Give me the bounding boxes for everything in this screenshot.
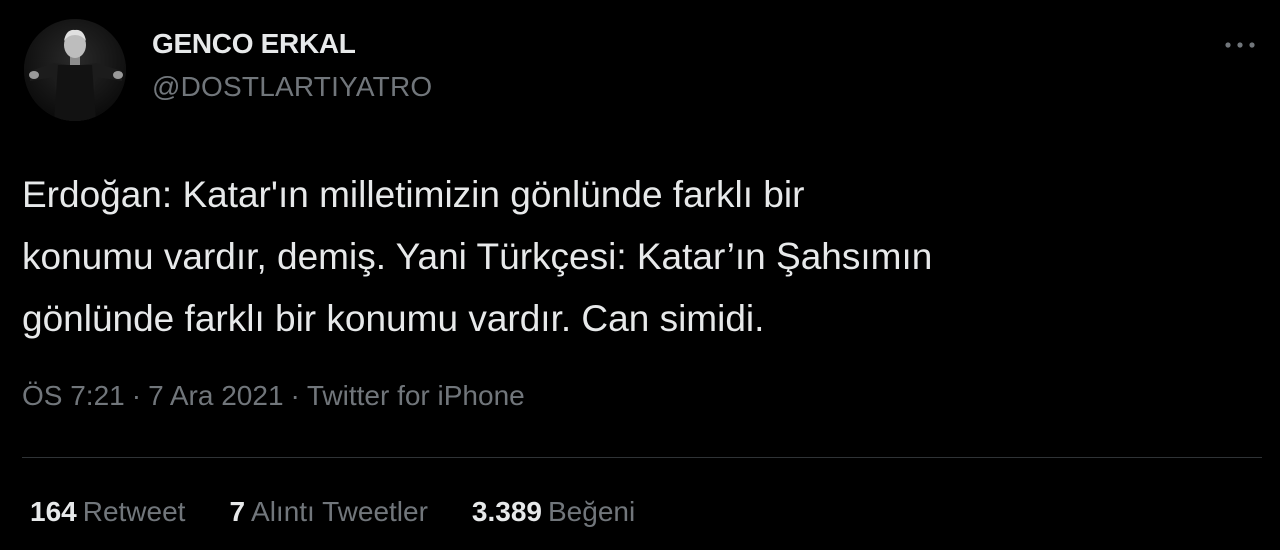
tweet-date[interactable]: 7 Ara 2021 xyxy=(148,380,283,411)
tweet-metadata: ÖS 7:21 · 7 Ara 2021 · Twitter for iPhone xyxy=(22,380,525,412)
separator: · xyxy=(131,380,142,411)
tweet-text-line: konumu vardır, demiş. Yani Türkçesi: Kat… xyxy=(22,236,933,277)
quote-tweets-label: Alıntı Tweetler xyxy=(251,496,428,527)
divider xyxy=(22,457,1262,458)
avatar-image xyxy=(24,19,126,121)
author-handle[interactable]: @DOSTLARTIYATRO xyxy=(152,71,432,103)
tweet-stats: 164 Retweet 7 Alıntı Tweetler 3.389 Beğeni xyxy=(30,496,635,528)
tweet-text: Erdoğan: Katar'ın milletimizin gönlünde … xyxy=(22,164,1267,350)
separator: · xyxy=(290,380,300,411)
tweet-source-link[interactable]: Twitter for iPhone xyxy=(307,380,525,411)
quote-tweets-stat[interactable]: 7 Alıntı Tweetler xyxy=(229,496,427,528)
quote-tweets-count: 7 xyxy=(229,496,246,527)
retweets-stat[interactable]: 164 Retweet xyxy=(30,496,185,528)
author-display-name[interactable]: GENCO ERKAL xyxy=(152,28,356,60)
retweets-count: 164 xyxy=(30,496,77,527)
likes-count: 3.389 xyxy=(471,496,542,527)
tweet: GENCO ERKAL @DOSTLARTIYATRO Erdoğan: Kat… xyxy=(0,0,1280,550)
tweet-text-line: gönlünde farklı bir konumu vardır. Can s… xyxy=(22,298,765,339)
more-horizontal-icon xyxy=(1225,42,1255,48)
more-options-button[interactable] xyxy=(1214,30,1266,60)
likes-stat[interactable]: 3.389 Beğeni xyxy=(472,496,635,528)
likes-label: Beğeni xyxy=(548,496,636,527)
tweet-text-line: Erdoğan: Katar'ın milletimizin gönlünde … xyxy=(22,174,805,215)
tweet-time[interactable]: ÖS 7:21 xyxy=(22,380,125,411)
avatar[interactable] xyxy=(24,19,126,121)
retweets-label: Retweet xyxy=(82,496,186,527)
